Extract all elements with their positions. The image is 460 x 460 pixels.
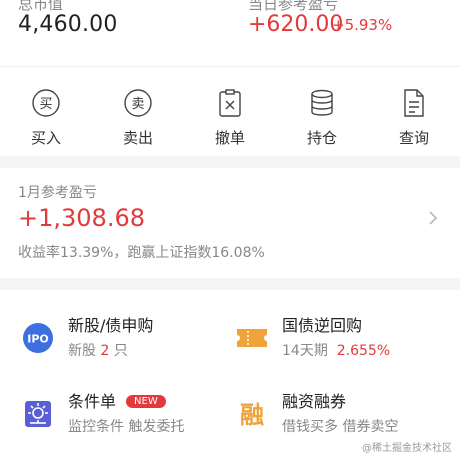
cancel-order-button[interactable]: 撤单: [184, 67, 276, 156]
ticket-icon: [236, 322, 268, 354]
monthly-pl-card[interactable]: 1月参考盈亏 +1,308.68 收益率13.39%，跑赢上证指数16.08%: [0, 168, 460, 278]
ipo-icon: IPO: [22, 322, 54, 354]
margin-trading-title: 融资融券: [282, 392, 347, 411]
query-label: 查询: [398, 129, 429, 147]
monthly-pl-value: +1,308.68: [18, 204, 145, 232]
query-icon: [398, 87, 430, 119]
reverse-repo-entry[interactable]: 国债逆回购 14天期 2.655%: [236, 312, 456, 372]
sell-button[interactable]: 卖 卖出: [92, 67, 184, 156]
daily-pl-percent: +5.93%: [332, 16, 393, 34]
section-divider: [0, 156, 460, 168]
account-summary: 总市值 4,460.00 当日参考盈亏 +620.00 +5.93%: [0, 0, 460, 66]
chevron-right-icon: [428, 210, 438, 230]
reverse-repo-title: 国债逆回购: [282, 316, 363, 335]
reverse-repo-subtitle: 14天期 2.655%: [282, 343, 391, 359]
market-value: 4,460.00: [18, 12, 118, 37]
section-divider: [0, 278, 460, 290]
daily-pl-value: +620.00: [248, 12, 344, 37]
ipo-title: 新股/债申购: [68, 316, 154, 335]
cancel-order-label: 撤单: [214, 129, 245, 147]
holdings-icon: [306, 87, 338, 119]
buy-button[interactable]: 买 买入: [0, 67, 92, 156]
conditional-order-entry[interactable]: 条件单 NEW 监控条件 触发委托: [22, 388, 242, 448]
monthly-pl-summary: 收益率13.39%，跑赢上证指数16.08%: [18, 245, 265, 261]
buy-icon: 买: [30, 87, 62, 119]
watermark: @稀土掘金技术社区: [362, 443, 452, 454]
new-badge: NEW: [126, 395, 166, 408]
services-grid: IPO 新股/债申购 新股 2 只 国债逆回购 14天期 2.655% 条件单 N…: [0, 290, 460, 460]
conditional-order-icon: [22, 398, 54, 430]
cancel-order-icon: [214, 87, 246, 119]
svg-text:卖: 卖: [131, 97, 144, 112]
ipo-subtitle: 新股 2 只: [68, 343, 128, 359]
conditional-order-title: 条件单 NEW: [68, 388, 166, 412]
sell-label: 卖出: [122, 129, 153, 147]
margin-trading-subtitle: 借钱买多 借券卖空: [282, 419, 399, 435]
holdings-label: 持仓: [306, 129, 337, 147]
ipo-subscription-entry[interactable]: IPO 新股/债申购 新股 2 只: [22, 312, 242, 372]
conditional-order-subtitle: 监控条件 触发委托: [68, 419, 185, 435]
sell-icon: 卖: [122, 87, 154, 119]
monthly-pl-title: 1月参考盈亏: [18, 185, 97, 201]
svg-text:融: 融: [240, 401, 264, 429]
buy-label: 买入: [30, 129, 61, 147]
trade-actions: 买 买入 卖 卖出 撤单 持仓 查询: [0, 66, 460, 156]
svg-text:买: 买: [39, 97, 52, 112]
svg-text:IPO: IPO: [27, 333, 49, 346]
margin-icon: 融: [236, 398, 268, 430]
holdings-button[interactable]: 持仓: [276, 67, 368, 156]
query-button[interactable]: 查询: [368, 67, 460, 156]
